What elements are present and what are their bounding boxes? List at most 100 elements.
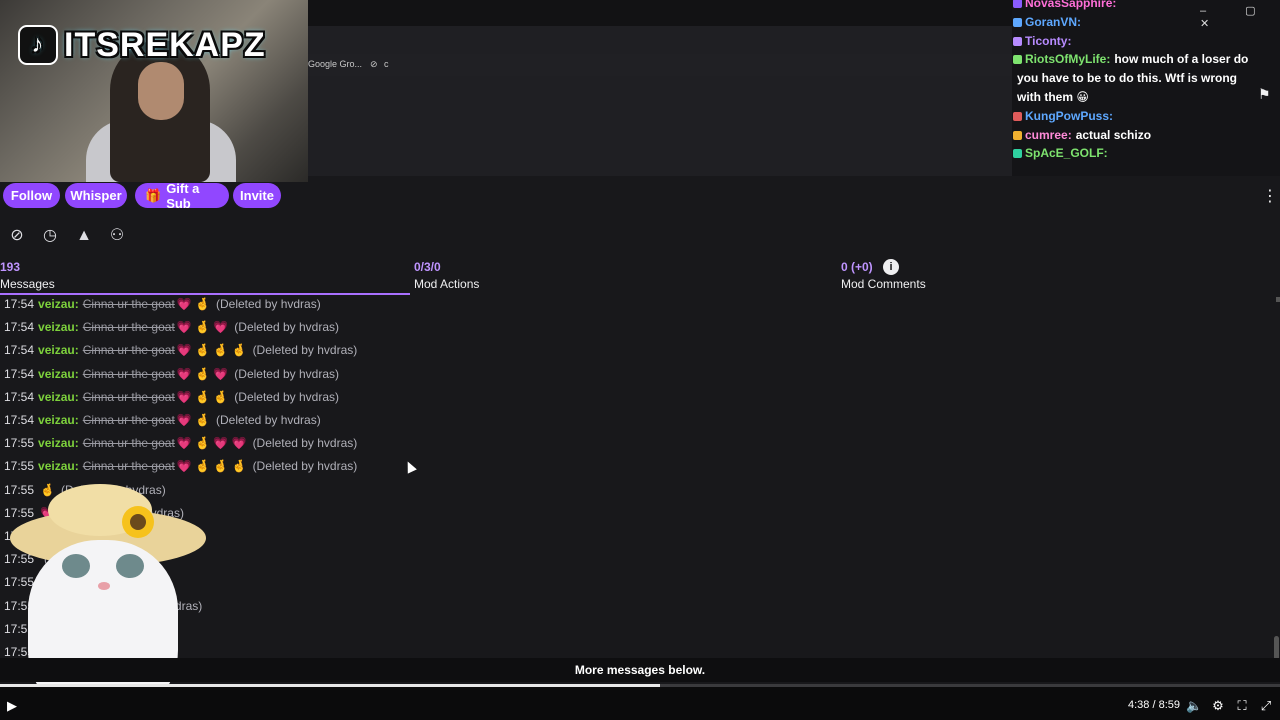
- message-timestamp: 17:54: [4, 320, 35, 335]
- follow-button[interactable]: Follow: [3, 183, 60, 208]
- chat-badge-icon: [1013, 55, 1022, 65]
- message-emotes: 💗 🤞: [176, 297, 210, 311]
- invite-button[interactable]: Invite: [233, 183, 281, 208]
- stream-chat-line: you have to be to do this. Wtf is wrong: [1013, 71, 1237, 85]
- expand-icon[interactable]: ⤢: [1258, 698, 1274, 714]
- volume-icon[interactable]: 🔈: [1186, 698, 1202, 714]
- gift-sub-button[interactable]: 🎁 Gift a Sub: [135, 180, 229, 211]
- message-row[interactable]: 17:54 veizau: Cinna ur the goat 💗 🤞 (Deleted…: [4, 294, 321, 314]
- message-username[interactable]: veizau:: [38, 436, 79, 450]
- warning-icon[interactable]: ▲: [74, 226, 94, 246]
- webcam-person-face: [138, 62, 184, 120]
- info-icon[interactable]: i: [883, 259, 899, 275]
- message-text-deleted: Cinna ur the goat: [82, 436, 175, 451]
- message-username[interactable]: veizau:: [38, 367, 79, 381]
- message-timestamp: 17:54: [4, 366, 35, 381]
- more-options-icon[interactable]: ⋮: [1262, 186, 1278, 206]
- video-player-controls: [0, 687, 1280, 720]
- message-username[interactable]: veizau:: [38, 297, 79, 311]
- stream-chat-line: with them 😀: [1013, 90, 1089, 104]
- message-row[interactable]: 17:55 veizau: Cinna ur the goat 💗 🤞 💗 💗 (Del…: [4, 433, 357, 453]
- stream-chat-username: RiotsOfMyLife:: [1025, 52, 1111, 67]
- tiktok-logo-icon: ♪: [18, 25, 58, 65]
- message-emotes: 💗 🤞 🤞 🤞: [176, 343, 247, 358]
- overlay-handle-text: ITSREKAPZ: [64, 25, 266, 64]
- message-row[interactable]: 17:54 veizau: Cinna ur the goat 💗 🤞 🤞 (Delet…: [4, 387, 339, 407]
- invite-label: Invite: [240, 188, 274, 203]
- message-deleted-note: (Deleted by hvdras): [234, 320, 339, 335]
- stream-chat-username: GoranVN:: [1025, 14, 1082, 29]
- sunflower-center: [130, 514, 146, 530]
- messages-count: 193: [0, 260, 21, 274]
- bookmark-item[interactable]: Google Gro...: [308, 59, 362, 69]
- chat-badge-icon: [1013, 0, 1022, 8]
- message-deleted-note: (Deleted by hvdras): [216, 297, 321, 311]
- bookmarks-bar: Google Gro... ⊘ c: [308, 54, 1012, 76]
- message-row[interactable]: 17:54 veizau: Cinna ur the goat 💗 🤞 💗 (Delet…: [4, 364, 339, 384]
- stream-chat-message: you have to be to do this. Wtf is wrong: [1017, 71, 1237, 86]
- tab-mod-comments[interactable]: Mod Comments: [841, 277, 926, 291]
- add-mod-user-icon[interactable]: ⚇: [107, 226, 127, 246]
- message-row[interactable]: 17:54 veizau: Cinna ur the goat 💗 🤞 🤞 🤞 (Del…: [4, 340, 357, 360]
- message-emotes: 💗 🤞 🤞: [176, 389, 229, 404]
- stream-chat-line: GoranVN:: [1013, 15, 1081, 29]
- message-text-deleted: Cinna ur the goat: [82, 459, 175, 474]
- bookmark-icon[interactable]: ⊘: [370, 59, 378, 70]
- stream-chat-username: SpAcE_GOLF:: [1025, 146, 1108, 161]
- bookmark-item[interactable]: c: [384, 59, 389, 69]
- message-row[interactable]: 17:55 veizau: Cinna ur the goat 💗 🤞 🤞 🤞 (Del…: [4, 456, 357, 476]
- stream-chat-message: with them 😀: [1017, 90, 1089, 104]
- settings-gear-icon[interactable]: ⚙: [1210, 698, 1226, 714]
- message-timestamp: 17:55: [4, 459, 35, 474]
- stream-chat-line: Ticonty:: [1013, 34, 1071, 48]
- stream-chat-message: actual schizo: [1075, 127, 1152, 142]
- flag-icon[interactable]: ⚑: [1258, 86, 1271, 103]
- message-deleted-note: (Deleted by hvdras): [234, 366, 339, 381]
- message-row[interactable]: 17:54 veizau: Cinna ur the goat 💗 🤞 (Deleted…: [4, 410, 321, 430]
- message-text-deleted: Cinna ur the goat: [82, 343, 175, 358]
- stream-chat-line: KungPowPuss:: [1013, 109, 1113, 123]
- message-timestamp: 17:54: [4, 343, 35, 358]
- message-username[interactable]: veizau:: [38, 413, 79, 427]
- fullscreen-icon[interactable]: ⛶: [1234, 698, 1250, 714]
- message-username[interactable]: veizau:: [38, 459, 79, 473]
- message-emotes: 💗 🤞 💗 💗: [176, 436, 247, 451]
- chat-badge-icon: [1013, 17, 1022, 27]
- message-timestamp: 17:54: [4, 389, 35, 404]
- timeout-clock-icon[interactable]: ◷: [40, 226, 60, 246]
- message-deleted-note: (Deleted by hvdras): [252, 436, 358, 451]
- message-timestamp: 17:54: [4, 297, 35, 311]
- stream-chat-line: SpAcE_GOLF:: [1013, 146, 1108, 160]
- play-icon[interactable]: ▶: [4, 698, 20, 714]
- whisper-button[interactable]: Whisper: [65, 183, 127, 208]
- scrollbar-thumb[interactable]: [1274, 636, 1279, 660]
- chat-badge-icon: [1013, 149, 1022, 159]
- message-text-deleted: Cinna ur the goat: [82, 366, 175, 381]
- window-controls[interactable]: – ▢ ✕: [1200, 4, 1280, 30]
- stream-chat-line: RiotsOfMyLife: how much of a loser do: [1013, 52, 1248, 66]
- message-timestamp: 17:55: [4, 436, 35, 451]
- message-username[interactable]: veizau:: [38, 320, 79, 334]
- message-emotes: 💗 🤞 💗: [176, 366, 229, 381]
- browser-tab-bar: [308, 0, 1012, 26]
- message-deleted-note: (Deleted by hvdras): [234, 389, 339, 404]
- stream-chat-line: cumree: actual schizo: [1013, 128, 1151, 142]
- stream-chat-username: Ticonty:: [1025, 33, 1072, 48]
- stream-chat-message: how much of a loser do: [1114, 52, 1249, 67]
- stream-chat-username: KungPowPuss:: [1025, 108, 1114, 123]
- scrollbar-top[interactable]: [1276, 297, 1280, 302]
- mod-comments-count: 0 (+0): [841, 260, 873, 274]
- message-row[interactable]: 17:54 veizau: Cinna ur the goat 💗 🤞 💗 (Delet…: [4, 317, 339, 337]
- gift-icon: 🎁: [145, 187, 162, 203]
- message-deleted-note: (Deleted by hvdras): [252, 459, 358, 474]
- message-username[interactable]: veizau:: [38, 390, 79, 404]
- tab-messages[interactable]: Messages: [0, 277, 55, 291]
- video-time: 4:38 / 8:59: [1128, 699, 1180, 711]
- message-text-deleted: Cinna ur the goat: [82, 413, 175, 427]
- message-username[interactable]: veizau:: [38, 343, 79, 357]
- tab-mod-actions[interactable]: Mod Actions: [414, 277, 479, 291]
- follow-label: Follow: [10, 188, 53, 203]
- ban-icon[interactable]: ⊘: [7, 226, 27, 246]
- more-messages-banner[interactable]: More messages below.: [0, 658, 1280, 682]
- gift-label: Gift a Sub: [166, 180, 200, 211]
